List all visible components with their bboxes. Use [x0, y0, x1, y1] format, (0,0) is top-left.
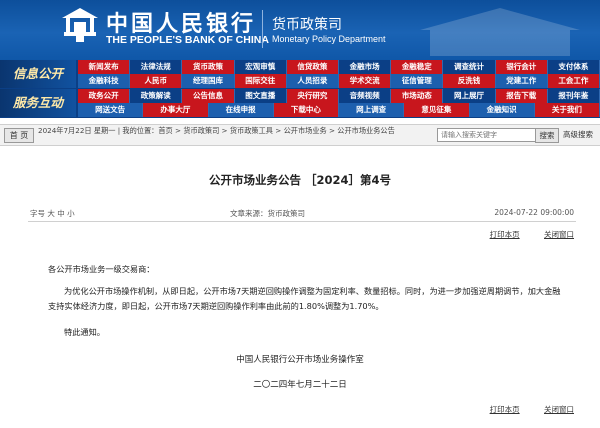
- nav-group-info: 信息公开 新闻发布 法律法规 货币政策 宏观审慎 信贷政策 金融市场 金融稳定 …: [0, 60, 600, 88]
- breadcrumb-bar: 首 页 2024年7月22日 星期一 | 我的位置：首页 > 货币政策司 > 货…: [0, 124, 600, 146]
- nav-item[interactable]: 网上调查: [339, 103, 405, 117]
- article-source: 文章来源：货币政策司: [230, 209, 305, 218]
- nav-row-1: 新闻发布 法律法规 货币政策 宏观审慎 信贷政策 金融市场 金融稳定 调查统计 …: [78, 60, 600, 74]
- nav-row-2: 金融科技 人民币 经理国库 国际交往 人员招录 学术交流 征信管理 反洗钱 党建…: [78, 74, 600, 88]
- nav-item[interactable]: 网送文告: [78, 103, 144, 117]
- nav-item[interactable]: 意见征集: [404, 103, 470, 117]
- nav-item[interactable]: 征信管理: [391, 74, 444, 88]
- search-button[interactable]: 搜索: [535, 128, 559, 143]
- article-paragraph: 为优化公开市场操作机制，从即日起，公开市场7天期逆回购操作调整为固定利率、数量招…: [48, 286, 561, 311]
- nav-item[interactable]: 工会工作: [547, 74, 600, 88]
- nav-item[interactable]: 图文直播: [235, 89, 287, 103]
- article-sign-date: 二〇二四年七月二十二日: [253, 380, 347, 390]
- article-greeting: 各公开市场业务一级交易商：: [48, 264, 155, 274]
- breadcrumb: 2024年7月22日 星期一 | 我的位置：首页 > 货币政策司 > 货币政策工…: [38, 126, 395, 135]
- nav-item[interactable]: 报刊年鉴: [548, 89, 600, 103]
- nav-item[interactable]: 办事大厅: [143, 103, 209, 117]
- nav-item[interactable]: 人员招录: [286, 74, 340, 88]
- article-tools-top: 打印本页 关闭窗口: [468, 229, 574, 240]
- nav-item[interactable]: 公告信息: [182, 89, 235, 103]
- nav-item[interactable]: 货币政策: [182, 60, 235, 74]
- nav-item[interactable]: 金融知识: [469, 103, 535, 117]
- tiananmen-watermark-icon: [420, 8, 580, 56]
- nav-item[interactable]: 央行研究: [286, 89, 340, 103]
- nav-item[interactable]: 法律法规: [130, 60, 183, 74]
- nav-row-3: 政务公开 政策解读 公告信息 图文直播 央行研究 音频视频 市场动态 网上展厅 …: [78, 89, 600, 103]
- nav-item[interactable]: 银行会计: [495, 60, 548, 74]
- nav-row-4: 网送文告 办事大厅 在线申报 下载中心 网上调查 意见征集 金融知识 关于我们: [78, 103, 600, 117]
- close-window-link[interactable]: 关闭窗口: [544, 230, 574, 239]
- nav-item[interactable]: 信贷政策: [286, 60, 340, 74]
- nav-item[interactable]: 学术交流: [339, 74, 392, 88]
- header-divider: [262, 10, 263, 48]
- nav-item[interactable]: 下载中心: [273, 103, 339, 117]
- search-input[interactable]: [437, 128, 537, 142]
- page-title: 公开市场业务公告 ［2024］第4号: [208, 173, 391, 187]
- article-date: 2024-07-22 09:00:00: [494, 208, 574, 217]
- nav-item[interactable]: 网上展厅: [443, 89, 496, 103]
- nav-item[interactable]: 报告下载: [495, 89, 548, 103]
- meta-divider: [28, 221, 576, 222]
- nav-group-service: 服务互动 政务公开 政策解读 公告信息 图文直播 央行研究 音频视频 市场动态 …: [0, 89, 600, 117]
- article-paragraph: 特此通知。: [64, 327, 105, 337]
- pboc-logo-icon: [62, 8, 98, 42]
- font-size-selector[interactable]: 字号 大 中 小: [30, 208, 75, 219]
- nav-item[interactable]: 反洗钱: [443, 74, 496, 88]
- nav-item[interactable]: 人民币: [130, 74, 183, 88]
- department-name-cn: 货币政策司: [272, 17, 342, 33]
- advanced-search-link[interactable]: 高级搜索: [563, 129, 593, 140]
- nav-item[interactable]: 金融市场: [339, 60, 392, 74]
- nav-item[interactable]: 政策解读: [130, 89, 183, 103]
- nav-item[interactable]: 新闻发布: [78, 60, 131, 74]
- nav-item[interactable]: 金融科技: [78, 74, 131, 88]
- nav-group-info-label: 信息公开: [0, 60, 76, 88]
- nav-item[interactable]: 党建工作: [495, 74, 548, 88]
- nav-item[interactable]: 宏观审慎: [235, 60, 287, 74]
- article-tools-bottom: 打印本页 关闭窗口: [468, 404, 574, 415]
- nav-item[interactable]: 国际交往: [234, 74, 287, 88]
- nav-item[interactable]: 支付体系: [548, 60, 600, 74]
- nav-item[interactable]: 政务公开: [78, 89, 131, 103]
- close-window-link[interactable]: 关闭窗口: [544, 405, 574, 414]
- department-name-en: Monetary Policy Department: [272, 34, 386, 44]
- home-button[interactable]: 首 页: [4, 128, 34, 143]
- print-link[interactable]: 打印本页: [490, 230, 520, 239]
- nav-item[interactable]: 关于我们: [534, 103, 600, 117]
- nav-item[interactable]: 市场动态: [391, 89, 444, 103]
- nav-item[interactable]: 调查统计: [443, 60, 496, 74]
- article-meta: 字号 大 中 小 文章来源：货币政策司 2024-07-22 09:00:00: [30, 208, 574, 220]
- nav-item[interactable]: 在线申报: [208, 103, 274, 117]
- article-signature: 中国人民银行公开市场业务操作室: [236, 355, 364, 365]
- nav-item[interactable]: 金融稳定: [391, 60, 444, 74]
- nav-item[interactable]: 音频视频: [339, 89, 392, 103]
- print-link[interactable]: 打印本页: [490, 405, 520, 414]
- nav-group-service-label: 服务互动: [0, 89, 76, 117]
- nav-item[interactable]: 经理国库: [182, 74, 235, 88]
- site-header: 中国人民银行 THE PEOPLE'S BANK OF CHINA 货币政策司 …: [0, 0, 600, 60]
- main-navigation: 信息公开 新闻发布 法律法规 货币政策 宏观审慎 信贷政策 金融市场 金融稳定 …: [0, 60, 600, 118]
- bank-name-en: THE PEOPLE'S BANK OF CHINA: [106, 34, 269, 46]
